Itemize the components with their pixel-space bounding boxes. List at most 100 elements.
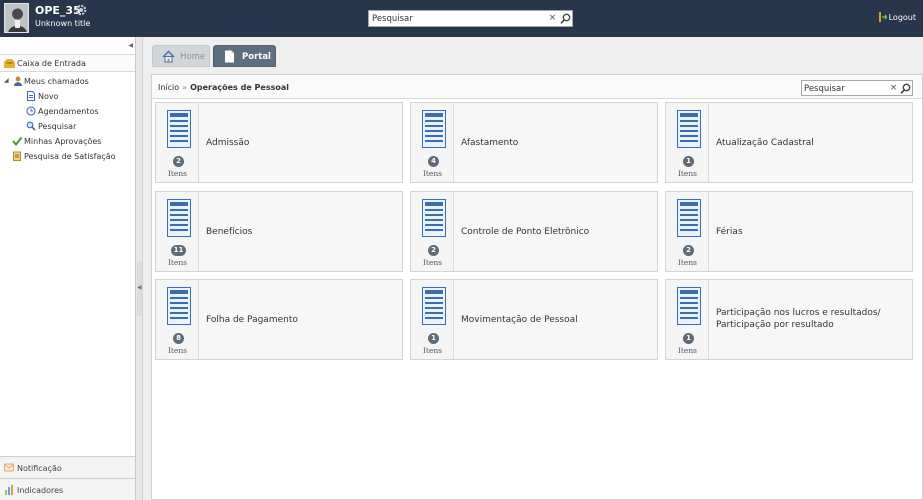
portal-search-icon[interactable] [899,82,912,95]
form-document-icon [422,199,446,237]
breadcrumb: Início» Operações de Pessoal [158,83,289,92]
items-label: Itens [167,169,188,178]
global-search-input[interactable]: Pesquisar × [368,10,573,27]
page-icon [225,50,234,63]
tab-home-label: Home [180,52,206,62]
splitter-collapse-icon[interactable]: ◀ [137,284,142,291]
clipboard-icon [13,151,21,161]
breadcrumb-separator: » [182,83,188,92]
card-icon-column: 8 Itens [156,280,199,359]
notification-label: Notificação [17,464,62,473]
sidebar-collapse-icon[interactable]: ◀ [128,42,133,49]
category-card-movimentacao-de-pessoal[interactable]: 1 Itens Movimentação de Pessoal [410,279,658,360]
sidebar-item-search[interactable]: Pesquisar [26,121,76,131]
item-count-badge: 8 [173,333,184,344]
items-label: Itens [422,258,443,267]
schedules-label: Agendamentos [38,107,99,116]
magnifier-icon [26,121,36,131]
items-label: Itens [677,346,698,355]
item-count-badge: 2 [173,156,184,167]
sidebar-splitter[interactable]: ◀ [136,37,143,500]
category-card-participacao-nos-lucros[interactable]: 1 Itens Participação nos lucros e result… [665,279,913,360]
tab-home[interactable]: Home [152,45,210,67]
document-icon [27,91,35,101]
inbox-label: Caixa de Entrada [17,59,86,68]
notification-icon [4,463,14,472]
home-icon [162,50,175,63]
logout-link[interactable]: Logout [878,12,916,22]
sidebar-item-satisfaction[interactable]: Pesquisa de Satisfação [12,151,116,161]
sidebar-item-my-requests[interactable]: ◢ Meus chamados [4,76,89,86]
category-title[interactable]: Admissão [206,137,249,149]
breadcrumb-current: Operações de Pessoal [190,83,289,92]
form-document-icon [167,110,191,148]
category-title[interactable]: Movimentação de Pessoal [461,314,578,326]
form-document-icon [422,287,446,325]
portal-search-input[interactable]: Pesquisar × [801,80,913,96]
checkmark-icon [12,136,22,146]
card-icon-column: 1 Itens [411,280,454,359]
bar-chart-icon [5,485,13,495]
logout-label: Logout [888,13,916,22]
user-name[interactable]: OPE_35 [35,4,81,17]
category-title[interactable]: Controle de Ponto Eletrônico [461,226,589,238]
category-card-atualizacao-cadastral[interactable]: 1 Itens Atualização Cadastral [665,102,913,183]
category-card-admissao[interactable]: 2 Itens Admissão [155,102,403,183]
portal-clear-icon[interactable]: × [888,83,899,94]
sidebar-item-indicators[interactable]: Indicadores [0,478,135,500]
items-label: Itens [677,169,698,178]
form-document-icon [167,287,191,325]
user-title: Unknown title [35,19,91,28]
sidebar-item-schedules[interactable]: Agendamentos [26,106,99,116]
clear-icon[interactable]: × [547,13,558,24]
category-card-ferias[interactable]: 2 Itens Férias [665,191,913,272]
item-count-badge: 2 [428,245,439,256]
category-card-folha-de-pagamento[interactable]: 8 Itens Folha de Pagamento [155,279,403,360]
form-document-icon [677,199,701,237]
sidebar-item-approvals[interactable]: Minhas Aprovações [12,136,101,146]
global-search-text[interactable]: Pesquisar [372,14,413,24]
indicators-label: Indicadores [17,486,64,495]
search-icon[interactable] [559,12,572,25]
category-title[interactable]: Participação nos lucros e resultados/ Pa… [716,307,901,331]
form-document-icon [422,110,446,148]
top-bar: OPE_35 Unknown title Pesquisar × Logout [0,0,923,37]
items-label: Itens [167,346,188,355]
card-icon-column: 4 Itens [411,103,454,182]
main-area: Home Portal Início» Operações de Pessoal … [143,37,923,500]
category-title[interactable]: Atualização Cadastral [716,137,814,149]
card-icon-column: 11 Itens [156,192,199,271]
gear-icon[interactable] [75,4,87,16]
item-count-badge: 1 [683,333,694,344]
sidebar: ◀ Caixa de Entrada ◢ Meus chamados Novo … [0,37,136,500]
user-avatar[interactable] [4,3,29,33]
category-card-beneficios[interactable]: 11 Itens Benefícios [155,191,403,272]
item-count-badge: 2 [683,245,694,256]
items-label: Itens [422,346,443,355]
category-title[interactable]: Folha de Pagamento [206,314,298,326]
item-count-badge: 11 [171,245,186,256]
portal-search-text[interactable]: Pesquisar [804,84,845,94]
form-document-icon [677,110,701,148]
item-count-badge: 4 [428,156,439,167]
category-title[interactable]: Afastamento [461,137,518,149]
expand-triangle-icon[interactable]: ◢ [4,77,9,84]
logout-icon [878,12,887,22]
tab-portal-label: Portal [242,52,271,62]
form-document-icon [167,199,191,237]
category-card-afastamento[interactable]: 4 Itens Afastamento [410,102,658,183]
category-title[interactable]: Férias [716,226,743,238]
breadcrumb-bar: Início» Operações de Pessoal Pesquisar × [152,75,922,99]
category-card-controle-de-ponto[interactable]: 2 Itens Controle de Ponto Eletrônico [410,191,658,272]
tab-portal[interactable]: Portal [213,45,276,67]
sidebar-item-inbox[interactable]: Caixa de Entrada [0,54,135,72]
sidebar-item-notification[interactable]: Notificação [0,456,135,478]
category-title[interactable]: Benefícios [206,226,252,238]
items-label: Itens [167,258,188,267]
sidebar-item-new[interactable]: Novo [26,91,59,101]
card-icon-column: 1 Itens [666,280,709,359]
clock-icon [26,106,36,116]
breadcrumb-root[interactable]: Início [158,83,179,92]
satisfaction-label: Pesquisa de Satisfação [24,152,116,161]
items-label: Itens [677,258,698,267]
